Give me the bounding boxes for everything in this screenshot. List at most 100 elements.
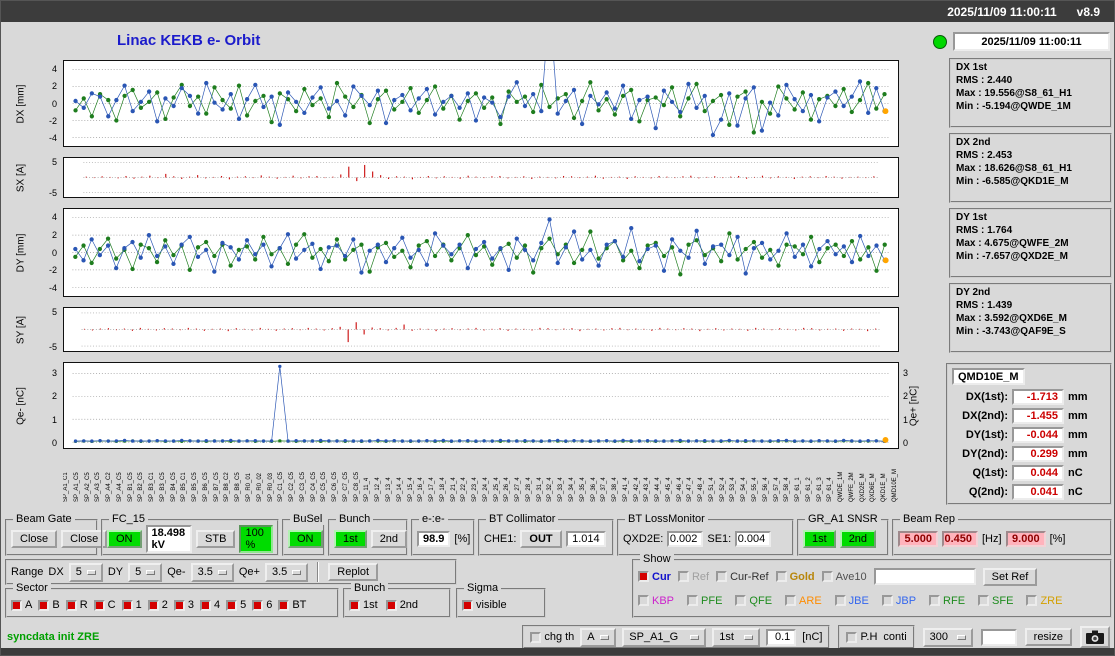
- checkbox-indicator-icon: [846, 631, 858, 643]
- sector-r-checkbox[interactable]: R: [65, 599, 88, 611]
- gr-snsr-frame: GR_A1 SNSR 1st 2nd: [797, 513, 889, 556]
- checkbox-indicator-icon: [11, 599, 22, 611]
- gr-snsr-2nd-button[interactable]: 2nd: [839, 529, 877, 548]
- checkbox-indicator-icon: [677, 571, 689, 582]
- checkbox-indicator-icon: [638, 571, 649, 582]
- gr-snsr-1st-button[interactable]: 1st: [803, 529, 836, 548]
- app-window: 2025/11/09 11:00:11 v8.9 Linac KEKB e- O…: [0, 0, 1115, 656]
- sector-5-checkbox[interactable]: 5: [226, 599, 246, 611]
- fc15-stb-button[interactable]: STB: [196, 529, 236, 548]
- checkbox-indicator-icon: [93, 599, 105, 611]
- checkbox-indicator-icon: [785, 595, 797, 606]
- dropdown-indicator-icon: [690, 634, 700, 640]
- ph-checkbox[interactable]: P.H: [846, 631, 877, 643]
- beam-rep-value-3: 9.000: [1005, 530, 1046, 547]
- threshold-value[interactable]: 0.1: [766, 628, 797, 646]
- ref-file-input[interactable]: [873, 568, 976, 585]
- bunch-2nd-button[interactable]: 2nd: [370, 529, 408, 548]
- camera-icon: [1086, 630, 1104, 644]
- dx-axis-label: DX [mm]: [15, 84, 27, 123]
- status-message: syncdata init ZRE: [7, 631, 100, 643]
- show-gold-checkbox[interactable]: Gold: [775, 571, 815, 583]
- qxd2e-label: QXD2E:: [623, 532, 664, 545]
- stats-dx-2nd: DX 2nd RMS : 2.453 Max : 18.626@S8_61_H1…: [949, 133, 1112, 203]
- show-pfe-checkbox[interactable]: PFE: [687, 595, 722, 607]
- replot-button[interactable]: Replot: [328, 563, 379, 581]
- show-cur-checkbox[interactable]: Cur: [638, 571, 671, 583]
- show-ref-checkbox[interactable]: Ref: [677, 571, 709, 583]
- sx-plot: SX [A] 5 -5: [1, 157, 923, 198]
- fc15-on-button[interactable]: ON: [107, 529, 142, 548]
- stats-dx-1st: DX 1st RMS : 2.440 Max : 19.556@S8_61_H1…: [949, 58, 1112, 128]
- data-timestamp: 2025/11/09 11:00:11: [953, 32, 1110, 51]
- sy-plot: SY [A] 5 -5: [1, 307, 923, 352]
- sector-1-checkbox[interactable]: 1: [121, 599, 142, 611]
- show-are-checkbox[interactable]: ARE: [785, 595, 822, 607]
- beam-gate-close-1-button[interactable]: Close: [11, 529, 58, 548]
- bunch-1st-button[interactable]: 1st: [334, 529, 367, 548]
- dropdown-indicator-icon: [956, 634, 966, 640]
- dropdown-indicator-icon: [292, 569, 302, 575]
- screenshot-button[interactable]: [1080, 626, 1110, 648]
- dy-axis-ticks: 4 2 0 -2 -4: [48, 211, 57, 294]
- checkbox-indicator-icon: [735, 595, 747, 606]
- qe-minus-axis-label: Qe- [nC]: [15, 386, 27, 425]
- resize-button[interactable]: resize: [1024, 628, 1072, 646]
- sector-b-checkbox[interactable]: B: [38, 599, 60, 611]
- sector-6-checkbox[interactable]: 6: [252, 599, 272, 611]
- conti-label: conti: [883, 631, 907, 643]
- titlebar-version: v8.9: [1076, 4, 1100, 19]
- sx-axis-label: SX [A]: [15, 163, 27, 192]
- sx-plot-canvas: [63, 157, 899, 198]
- sigma-visible-checkbox[interactable]: visible: [462, 599, 507, 611]
- range-dy-label: DY: [107, 566, 124, 578]
- sector-a-checkbox[interactable]: A: [11, 599, 32, 611]
- checkbox-indicator-icon: [278, 599, 290, 611]
- busel-frame: BuSel ON: [282, 513, 326, 556]
- dy-plot: DY [mm] 4 2 0 -2 -4: [1, 208, 923, 297]
- bpm-select[interactable]: SP_A1_G: [622, 627, 707, 647]
- stats-dy-1st: DY 1st RMS : 1.764 Max : 4.675@QWFE_2M M…: [949, 208, 1112, 278]
- set-ref-button[interactable]: Set Ref: [982, 567, 1038, 586]
- beam-gate-frame: Beam Gate Close Close: [5, 513, 108, 556]
- sector-3-checkbox[interactable]: 3: [173, 599, 194, 611]
- checkbox-indicator-icon: [349, 599, 360, 611]
- checkbox-indicator-icon: [978, 595, 990, 606]
- frame-label: Bunch: [351, 582, 389, 594]
- sy-axis-ticks: 5 -5: [48, 307, 57, 352]
- frame-label: FC_15: [109, 513, 149, 525]
- show-rfe-checkbox[interactable]: RFE: [929, 595, 965, 607]
- busel-on-button[interactable]: ON: [288, 529, 323, 548]
- bunch-select[interactable]: 1st: [712, 627, 761, 647]
- bunch-view-1st-checkbox[interactable]: 1st: [349, 599, 378, 611]
- sector-bt-checkbox[interactable]: BT: [278, 599, 306, 611]
- ee-ratio-value: 98.9: [417, 530, 451, 547]
- show-qfe-checkbox[interactable]: QFE: [735, 595, 772, 607]
- checkbox-indicator-icon: [929, 595, 941, 606]
- show-cur-ref-checkbox[interactable]: Cur-Ref: [716, 571, 769, 583]
- sector-c-checkbox[interactable]: C: [93, 599, 116, 611]
- sector-select[interactable]: A: [580, 627, 617, 647]
- show-ave10-checkbox[interactable]: Ave10: [821, 571, 867, 583]
- checkbox-indicator-icon: [147, 599, 159, 611]
- checkbox-indicator-icon: [775, 571, 787, 582]
- show-kbp-checkbox[interactable]: KBP: [638, 595, 674, 607]
- status-entry[interactable]: [980, 628, 1017, 646]
- show-zre-checkbox[interactable]: ZRE: [1026, 595, 1062, 607]
- checkbox-indicator-icon: [638, 595, 649, 606]
- range-qeplus-select[interactable]: 3.5: [264, 562, 309, 582]
- show-jbe-checkbox[interactable]: JBE: [834, 595, 869, 607]
- che1-out-button[interactable]: OUT: [520, 529, 562, 548]
- sector-4-checkbox[interactable]: 4: [199, 599, 220, 611]
- range-qeminus-select[interactable]: 3.5: [190, 562, 234, 582]
- show-sfe-checkbox[interactable]: SFE: [978, 595, 1013, 607]
- interval-select[interactable]: 300: [922, 627, 973, 647]
- chg-th-checkbox[interactable]: chg th: [530, 631, 574, 643]
- range-dx-select[interactable]: 5: [68, 562, 103, 582]
- show-jbp-checkbox[interactable]: JBP: [881, 595, 916, 607]
- bunch-view-2nd-checkbox[interactable]: 2nd: [385, 599, 418, 611]
- range-dy-select[interactable]: 5: [128, 562, 163, 582]
- range-dx-label: DX: [48, 566, 64, 578]
- sector-2-checkbox[interactable]: 2: [147, 599, 168, 611]
- se1-value: 0.004: [735, 530, 772, 547]
